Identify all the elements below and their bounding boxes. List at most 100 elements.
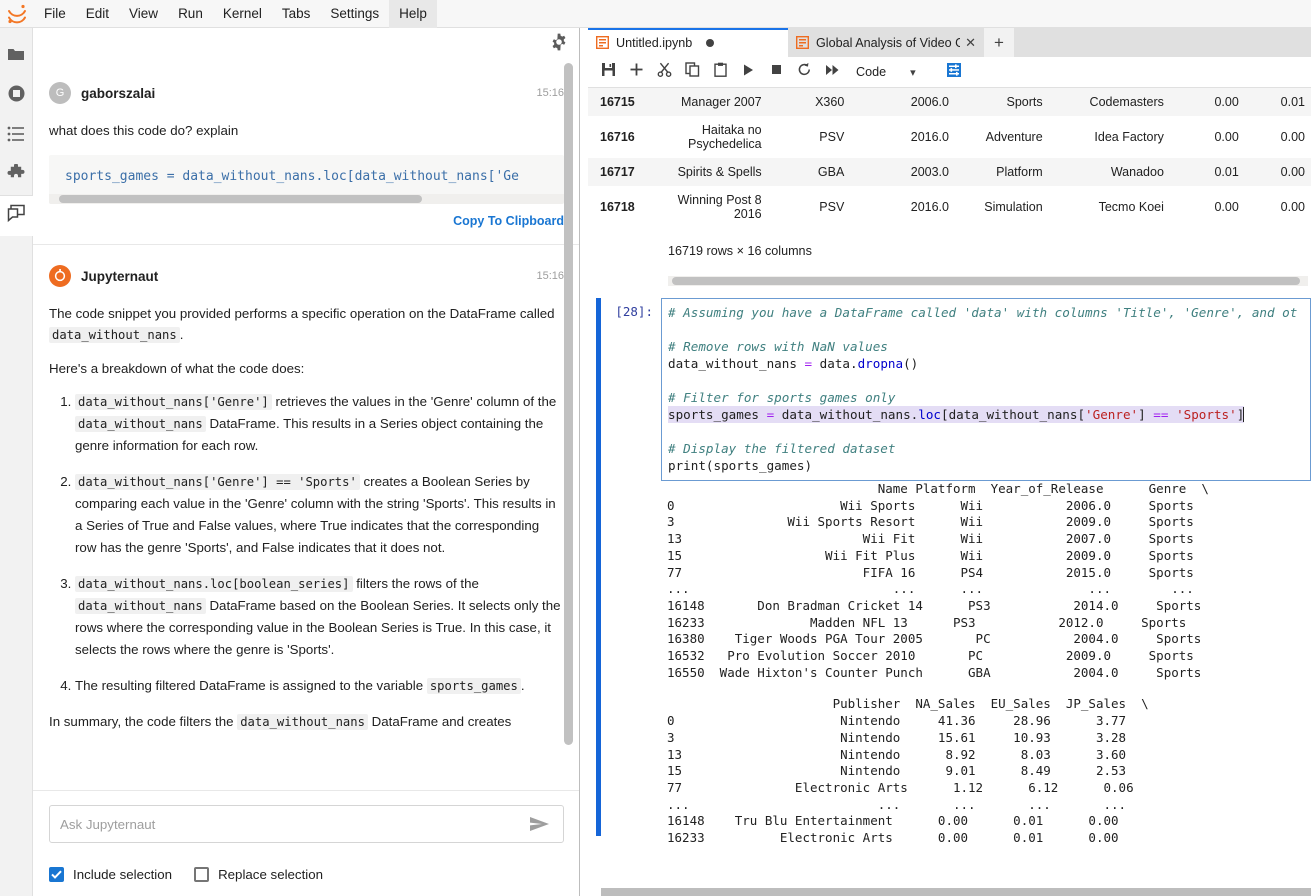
bot-summary-clipped: In summary, the code filters the data_wi… xyxy=(49,711,564,733)
restart-icon xyxy=(797,62,812,82)
menu-item-run[interactable]: Run xyxy=(168,0,213,28)
inline-code: data_without_nans xyxy=(237,714,368,730)
cell-type-select[interactable]: Code ▾ xyxy=(856,65,936,79)
dataframe-horizontal-scrollbar[interactable] xyxy=(668,276,1308,286)
cell-execution-prompt: [28]: xyxy=(615,304,653,319)
cut-cell-button[interactable] xyxy=(650,58,678,86)
send-arrow-icon[interactable] xyxy=(517,816,563,832)
list-item: The resulting filtered DataFrame is assi… xyxy=(75,675,564,697)
sidebar-item-file-browser[interactable] xyxy=(0,36,33,76)
chat-message-body: what does this code do? explain xyxy=(49,120,564,141)
save-button[interactable] xyxy=(594,58,622,86)
summary-text-b: DataFrame and creates xyxy=(367,714,512,729)
menu-item-kernel[interactable]: Kernel xyxy=(213,0,272,28)
notebook-code-cell[interactable]: [28]: # Assuming you have a DataFrame ca… xyxy=(588,298,1311,481)
sidebar-item-toc[interactable] xyxy=(0,116,33,156)
checkbox-box[interactable] xyxy=(49,867,64,882)
code-editor[interactable]: # Assuming you have a DataFrame called '… xyxy=(661,298,1311,481)
play-icon xyxy=(741,63,755,82)
chat-options: Include selection Replace selection xyxy=(49,867,564,882)
cell-name: Winning Post 8 2016 xyxy=(677,193,762,221)
sidebar-item-extensions[interactable] xyxy=(0,156,33,196)
include-selection-checkbox[interactable]: Include selection xyxy=(49,867,172,882)
summary-text-a: In summary, the code filters the xyxy=(49,714,238,729)
search-input[interactable] xyxy=(50,816,517,832)
inline-code: data_without_nans xyxy=(75,416,206,432)
output-body: Name Platform Year_of_Release Genre \ 0 … xyxy=(601,481,1311,847)
notebook-panel: Untitled.ipynb Global Analysis of Video … xyxy=(588,28,1311,896)
copy-icon xyxy=(684,62,700,82)
cell-genre: Simulation xyxy=(984,200,1043,214)
run-cell-button[interactable] xyxy=(734,58,762,86)
menu-item-help[interactable]: Help xyxy=(389,0,437,28)
tab-untitled-ipynb[interactable]: Untitled.ipynb xyxy=(588,28,788,57)
notebook-horizontal-scrollbar[interactable] xyxy=(601,888,1311,896)
copy-to-clipboard-button[interactable]: Copy To Clipboard xyxy=(49,204,564,230)
chat-scrollbar[interactable] xyxy=(564,63,573,763)
menu-item-view[interactable]: View xyxy=(119,0,168,28)
tab-global-analysis[interactable]: Global Analysis of Video Ga ✕ xyxy=(788,28,984,57)
puzzle-piece-icon xyxy=(7,163,25,187)
chat-message-list: G gaborszalai 15:16 what does this code … xyxy=(33,60,579,790)
new-tab-button[interactable]: + xyxy=(984,28,1014,57)
paste-cell-button[interactable] xyxy=(706,58,734,86)
chat-scrollbar-thumb[interactable] xyxy=(564,63,573,745)
menu-item-edit[interactable]: Edit xyxy=(76,0,119,28)
cell-eu-sales: 0.00 xyxy=(1280,200,1305,214)
menu-bar: File Edit View Run Kernel Tabs Settings … xyxy=(0,0,1311,28)
plus-icon xyxy=(629,62,644,82)
cell-eu-sales: 0.00 xyxy=(1280,130,1305,144)
row-index: 16715 xyxy=(600,95,635,109)
notebook-cell-output: Name Platform Year_of_Release Genre \ 0 … xyxy=(588,481,1311,847)
cell-genre: Sports xyxy=(1006,95,1043,109)
step-text-a: The resulting filtered DataFrame is assi… xyxy=(75,678,427,693)
restart-kernel-button[interactable] xyxy=(790,58,818,86)
cell-year: 2016.0 xyxy=(910,130,949,144)
step-text-a: filters the rows of the xyxy=(352,576,479,591)
chat-code-block: sports_games = data_without_nans.loc[dat… xyxy=(49,155,564,204)
chat-code-text: sports_games = data_without_nans.loc[dat… xyxy=(65,169,519,184)
avatar: G xyxy=(49,82,71,104)
cell-platform: PSV xyxy=(819,130,845,144)
cell-type-value: Code xyxy=(856,65,887,79)
list-item: data_without_nans.loc[boolean_series] fi… xyxy=(75,573,564,661)
menu-item-settings[interactable]: Settings xyxy=(320,0,389,28)
checkbox-box[interactable] xyxy=(194,867,210,882)
chat-message-user: G gaborszalai 15:16 what does this code … xyxy=(33,60,579,230)
chevron-down-icon: ▾ xyxy=(910,66,916,79)
bot-paragraph-1: The code snippet you provided performs a… xyxy=(49,303,564,346)
chat-author-name: Jupyternaut xyxy=(81,268,159,284)
code-text: # Assuming you have a DataFrame called '… xyxy=(668,305,1298,473)
menu-item-file[interactable]: File xyxy=(34,0,76,28)
cell-platform: GBA xyxy=(817,165,845,179)
chat-input-wrapper xyxy=(49,805,564,843)
scissors-icon xyxy=(657,62,672,82)
copy-cell-button[interactable] xyxy=(678,58,706,86)
restart-run-all-button[interactable] xyxy=(818,58,846,86)
list-item: data_without_nans['Genre'] == 'Sports' c… xyxy=(75,471,564,559)
debugger-toggle-button[interactable] xyxy=(940,58,968,86)
unsaved-indicator-icon[interactable] xyxy=(706,38,715,47)
replace-selection-checkbox[interactable]: Replace selection xyxy=(194,867,323,882)
fast-forward-icon xyxy=(825,63,840,82)
cell-year: 2003.0 xyxy=(910,165,949,179)
chat-icon xyxy=(7,204,26,228)
output-text-block-2: Publisher NA_Sales EU_Sales JP_Sales \ 0… xyxy=(667,696,1149,846)
dataframe-output-table: 16715 Manager 2007 X360 2006.0 Sports Co… xyxy=(588,88,1311,228)
interrupt-kernel-button[interactable] xyxy=(762,58,790,86)
table-row: 16716 Haitaka no Psychedelica PSV 2016.0… xyxy=(588,116,1311,158)
cell-genre: Adventure xyxy=(985,130,1043,144)
code-horizontal-scrollbar[interactable] xyxy=(49,194,564,204)
gear-icon[interactable] xyxy=(550,33,568,56)
sidebar-item-chat[interactable] xyxy=(0,196,33,236)
close-icon[interactable]: ✕ xyxy=(965,35,976,51)
list-item: data_without_nans['Genre'] retrieves the… xyxy=(75,391,564,457)
chat-user-question: what does this code do? explain xyxy=(49,123,239,138)
insert-cell-button[interactable] xyxy=(622,58,650,86)
sidebar-item-running[interactable] xyxy=(0,76,33,116)
inline-code: data_without_nans.loc[boolean_series] xyxy=(75,576,353,592)
running-terminals-icon xyxy=(7,84,26,108)
menu-item-tabs[interactable]: Tabs xyxy=(272,0,321,28)
chat-message-bot: Jupyternaut 15:16 The code snippet you p… xyxy=(33,245,579,733)
inline-code: data_without_nans xyxy=(49,327,180,343)
